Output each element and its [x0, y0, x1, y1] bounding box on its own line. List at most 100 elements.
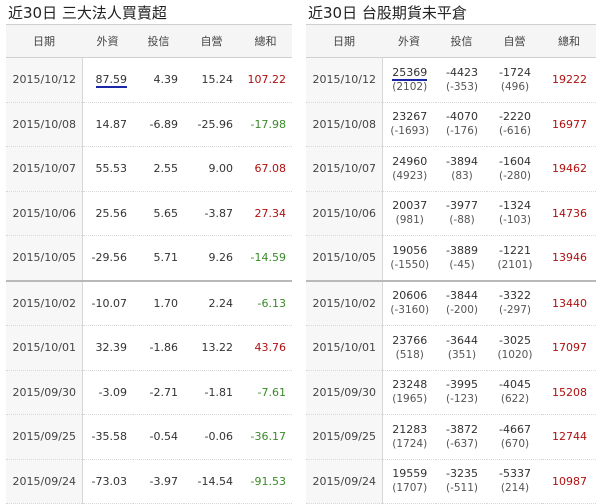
dealer-value: -25.96: [184, 102, 239, 147]
dealer-value: -1604: [499, 154, 531, 168]
trust-cell: -3995 (-123): [436, 370, 487, 415]
foreign-stack: 21283 (1724): [384, 423, 437, 451]
total-value: 16977: [542, 102, 596, 147]
foreign-value-highlighted: 25369: [392, 65, 428, 81]
dealer-value: -3025: [499, 333, 531, 347]
trust-value: -2.71: [133, 370, 184, 415]
dealer-change: (2101): [497, 258, 533, 271]
foreign-stack: 23248 (1965): [384, 378, 437, 406]
foreign-stack: 25369 (2102): [384, 65, 437, 94]
dealer-stack: -1724 (496): [488, 66, 542, 94]
foreign-cell: 32.39: [82, 325, 133, 371]
header-row: 日期 外資 投信 自營 總和: [306, 24, 596, 58]
trust-stack: -3872 (-637): [437, 423, 487, 451]
panel-title: 近30日 三大法人買賣超: [8, 4, 167, 22]
trust-stack: -4423 (-353): [437, 66, 487, 94]
row-date: 2015/10/08: [306, 102, 383, 147]
total-value: 67.08: [239, 146, 292, 192]
dealer-stack: -1324 (-103): [488, 199, 542, 227]
trust-cell: -3235 (-511): [436, 459, 487, 504]
trust-value: 1.70: [133, 280, 184, 326]
foreign-cell: 55.53: [82, 146, 133, 192]
table-row: 2015/09/25 -35.58 -0.54 -0.06 -36.17: [6, 414, 292, 460]
foreign-value: 25.56: [95, 206, 128, 220]
trust-stack: -3889 (-45): [437, 244, 487, 272]
trust-value: -3872: [446, 422, 478, 436]
trust-stack: -3235 (-511): [437, 467, 487, 495]
trust-stack: -3995 (-123): [437, 378, 487, 406]
foreign-cell: -29.56: [82, 235, 133, 282]
foreign-change: (2102): [392, 80, 428, 93]
table-row: 2015/10/05 19056 (-1550) -3889 (-45) -1221 (21…: [306, 235, 596, 282]
foreign-value: 55.53: [95, 162, 128, 176]
foreign-stack: 24960 (4923): [384, 155, 437, 183]
trust-change: (-353): [445, 80, 479, 93]
table-row: 2015/10/02 -10.07 1.70 2.24 -6.13: [6, 280, 292, 326]
foreign-cell: 25.56: [82, 191, 133, 236]
table-row: 2015/10/06 25.56 5.65 -3.87 27.34: [6, 191, 292, 236]
total-value: 27.34: [239, 191, 292, 236]
total-value: 12744: [542, 414, 596, 460]
table-row: 2015/09/25 21283 (1724) -3872 (-637) -4667 (67…: [306, 414, 596, 460]
trust-value: -1.86: [133, 325, 184, 371]
foreign-cell: 87.59: [82, 57, 133, 103]
panel-title: 近30日 台股期貨未平倉: [308, 4, 467, 22]
trust-value: -4423: [446, 65, 478, 79]
total-value: 19462: [542, 146, 596, 192]
header-dealer: 自營: [184, 24, 239, 58]
trust-value: 5.65: [133, 191, 184, 236]
table-row: 2015/10/08 23267 (-1693) -4070 (-176) -2220 (-…: [306, 102, 596, 147]
row-date: 2015/10/07: [306, 146, 383, 192]
table-row: 2015/09/24 -73.03 -3.97 -14.54 -91.53: [6, 459, 292, 504]
total-value: 19222: [542, 57, 596, 103]
table-row: 2015/09/30 23248 (1965) -3995 (-123) -4045 (62…: [306, 370, 596, 415]
foreign-change: (-1693): [390, 125, 430, 138]
institutional-net-buy-panel: 近30日 三大法人買賣超 日期 外資 投信 自營 總和 2015/10/12 87…: [6, 0, 292, 504]
futures-open-interest-panel: 近30日 台股期貨未平倉 日期 外資 投信 自營 總和 2015/10/12 25…: [306, 0, 596, 504]
foreign-stack: 23267 (-1693): [384, 110, 437, 138]
dealer-cell: -3322 (-297): [487, 280, 542, 326]
foreign-value: -3.09: [98, 385, 127, 399]
dealer-value: 9.26: [184, 235, 239, 282]
dealer-change: (622): [500, 393, 530, 406]
table-row: 2015/09/30 -3.09 -2.71 -1.81 -7.61: [6, 370, 292, 415]
trust-cell: -4070 (-176): [436, 102, 487, 147]
total-value: 15208: [542, 370, 596, 415]
dealer-change: (-616): [498, 125, 532, 138]
dealer-value: -4667: [499, 422, 531, 436]
foreign-change: (-3160): [390, 304, 430, 317]
foreign-cell: 23248 (1965): [382, 370, 436, 415]
foreign-change: (1724): [392, 437, 428, 450]
dealer-value: 13.22: [184, 325, 239, 371]
row-date: 2015/09/30: [6, 370, 83, 415]
foreign-stack: 19056 (-1550): [384, 244, 437, 272]
dealer-value: -1724: [499, 65, 531, 79]
trust-value: -6.89: [133, 102, 184, 147]
foreign-cell: 23267 (-1693): [382, 102, 436, 147]
trust-value: -3844: [446, 289, 478, 303]
foreign-value: 23766: [392, 333, 428, 347]
trust-value: -3644: [446, 333, 478, 347]
total-value: -91.53: [239, 459, 292, 504]
trust-change: (-637): [445, 437, 479, 450]
table-row: 2015/09/24 19559 (1707) -3235 (-511) -5337 (21…: [306, 459, 596, 504]
dealer-value: -3322: [499, 289, 531, 303]
row-date: 2015/10/02: [306, 280, 383, 326]
trust-value: -3.97: [133, 459, 184, 504]
trust-cell: -3977 (-88): [436, 191, 487, 236]
dealer-cell: -4667 (670): [487, 414, 542, 460]
total-value: -14.59: [239, 235, 292, 282]
dealer-stack: -5337 (214): [488, 467, 542, 495]
row-date: 2015/10/07: [6, 146, 83, 192]
foreign-change: (-1550): [390, 258, 430, 271]
dealer-stack: -1604 (-280): [488, 155, 542, 183]
trust-cell: -4423 (-353): [436, 57, 487, 103]
dealer-value: -4045: [499, 378, 531, 392]
table-row: 2015/10/05 -29.56 5.71 9.26 -14.59: [6, 235, 292, 282]
foreign-cell: -3.09: [82, 370, 133, 415]
dealer-value: -5337: [499, 467, 531, 481]
trust-cell: -3894 (83): [436, 146, 487, 192]
trust-stack: -3844 (-200): [437, 289, 487, 317]
foreign-cell: 21283 (1724): [382, 414, 437, 460]
dealer-cell: -3025 (1020): [487, 325, 542, 371]
